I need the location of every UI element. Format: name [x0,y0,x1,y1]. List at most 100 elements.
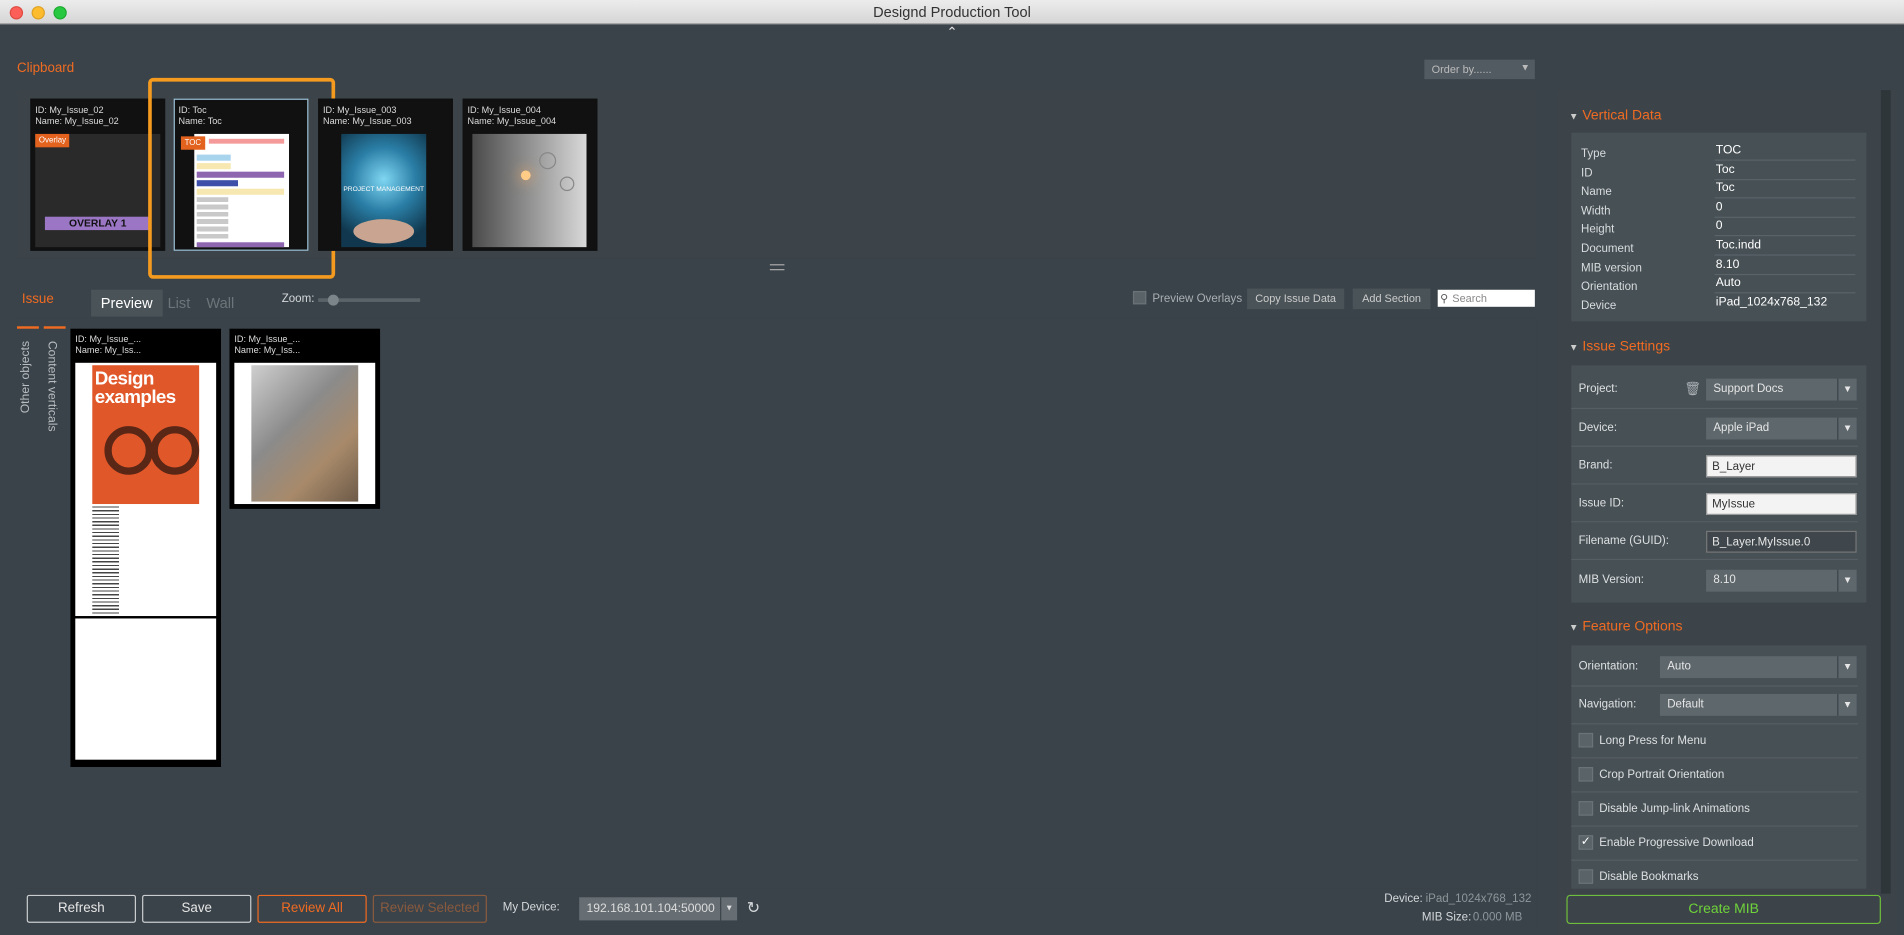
preview-overlays-label: Preview Overlays [1152,292,1243,306]
item-name: Name: My_Issue_003 [322,115,412,127]
issue-settings-title: Issue Settings [1582,339,1671,355]
device-setting-value: Apple iPad [1713,421,1770,435]
window-titlebar: Designd Production Tool [0,0,1904,25]
search-icon: ⚲ [1440,292,1449,305]
art-text: PROJECT MANAGEMENT [343,186,425,194]
orientation-select[interactable]: Auto ▼ [1659,656,1857,679]
add-section-button[interactable]: Add Section [1352,288,1431,310]
project-select[interactable]: Support Docs ▼ [1706,378,1857,401]
checkbox-label: Enable Progressive Download [1599,836,1754,850]
feature-options-header[interactable]: ▼ Feature Options [1569,620,1683,635]
chevron-down-icon: ▼ [1837,693,1856,716]
chevron-down-icon: ▼ [1837,378,1856,401]
page-preview: Design examples [75,362,217,617]
zoom-window-button[interactable] [53,6,67,20]
feature-options-box [1571,645,1867,889]
checkbox[interactable]: ✓ [1578,835,1594,850]
clipboard-item[interactable]: ID: My_Issue_02 Name: My_Issue_02 Overlay… [30,98,166,251]
vertical-data-value: TOC [1715,143,1742,158]
navigation-label: Navigation: [1578,697,1637,711]
zoom-label: Zoom: [281,292,315,306]
order-by-select[interactable]: Order by...... ▼ [1424,59,1535,80]
checkbox[interactable] [1578,766,1594,782]
vertical-data-key: Name [1580,185,1612,199]
vertical-data-title: Vertical Data [1582,108,1662,123]
checkbox[interactable] [1578,869,1594,884]
vertical-data-value: 0 [1715,200,1723,215]
my-device-select[interactable]: 192.168.101.104:50000 ▼ [579,897,738,921]
project-management-thumbnail: PROJECT MANAGEMENT [341,133,427,248]
tab-list[interactable]: List [158,290,200,317]
vertical-data-key: Height [1580,223,1615,237]
collapse-up-icon[interactable]: ⌃ [946,24,957,41]
preview-overlays-checkbox[interactable] [1132,290,1147,305]
project-label: Project: [1578,382,1618,396]
vertical-data-header[interactable]: ▼ Vertical Data [1569,108,1662,123]
overlay-tag: Overlay [35,133,70,148]
feature-options-title: Feature Options [1582,619,1683,635]
reload-icon[interactable]: ↻ [747,898,760,917]
filename-label: Filename (GUID): [1578,534,1669,548]
vertical-data-key: ID [1580,166,1593,180]
checkbox[interactable] [1578,801,1594,816]
page-preview-blank [75,618,217,760]
chevron-down-icon: ▼ [720,897,737,921]
overlay-label: OVERLAY 1 [44,216,151,231]
chevron-down-icon: ▼ [1837,569,1856,592]
tab-preview[interactable]: Preview [91,289,163,317]
clipboard-title: Clipboard [16,60,75,76]
vertical-data-key: Width [1580,204,1611,218]
issue-id-field[interactable]: MyIssue [1706,493,1857,515]
filename-field[interactable]: B_Layer.MyIssue.0 [1706,530,1857,553]
chevron-down-icon: ▼ [1837,656,1856,679]
tab-other-objects[interactable]: Other objects [19,341,32,413]
tab-content-verticals[interactable]: Content verticals [45,341,58,432]
brand-field[interactable]: B_Layer [1706,455,1857,478]
item-id: ID: My_Issue_003 [322,104,397,116]
save-button[interactable]: Save [142,894,252,923]
item-id: ID: My_Issue_02 [35,104,104,116]
mib-size-value: 0.000 MB [1472,910,1523,925]
issue-settings-header[interactable]: ▼ Issue Settings [1569,340,1670,355]
page-id: ID: My_Issue_... [75,333,142,345]
review-selected-button[interactable]: Review Selected [372,894,487,923]
create-mib-button[interactable]: Create MIB [1566,894,1881,925]
window-title: Designd Production Tool [873,3,1031,21]
item-id: ID: My_Issue_004 [467,104,541,116]
vertical-data-value: Toc.indd [1715,238,1762,253]
issue-page-card[interactable]: ID: My_Issue_... Name: My_Iss... Design … [70,328,221,767]
review-all-button[interactable]: Review All [257,894,367,923]
issue-id-label: Issue ID: [1578,496,1625,511]
item-name: Name: My_Issue_004 [467,115,557,127]
clipboard-item[interactable]: ID: My_Issue_003 Name: My_Issue_003 PROJE… [318,98,453,251]
vertical-data-key: Document [1580,242,1634,256]
close-window-button[interactable] [9,6,24,20]
triangle-down-icon: ▼ [1568,110,1579,122]
vertical-data-value: 8.10 [1715,257,1740,271]
vertical-data-value: 0 [1715,219,1723,234]
zoom-slider-knob[interactable] [328,294,340,306]
refresh-button[interactable]: Refresh [26,894,136,923]
issue-title: Issue [21,292,54,307]
copy-issue-data-button[interactable]: Copy Issue Data [1247,288,1345,310]
cover-image: Design examples [92,365,200,505]
tab-wall[interactable]: Wall [197,290,244,317]
vertical-data-value: Toc [1715,181,1735,196]
properties-scrollbar[interactable] [1880,90,1891,894]
splitter-handle-icon[interactable] [769,264,785,271]
clipboard-item[interactable]: ID: My_Issue_004 Name: My_Issue_004 [462,98,598,251]
mib-version-select[interactable]: 8.10 ▼ [1706,569,1857,592]
navigation-select[interactable]: Default ▼ [1659,693,1857,716]
device-value: iPad_1024x768_132 [1425,892,1532,906]
issue-page-card[interactable]: ID: My_Issue_... Name: My_Iss... [229,328,381,509]
zoom-slider[interactable] [318,294,421,306]
checkbox[interactable] [1578,732,1594,748]
search-input[interactable]: ⚲ Search [1437,289,1535,307]
minimize-window-button[interactable] [31,6,45,20]
chevron-down-icon: ▼ [1520,62,1530,74]
device-select[interactable]: Apple iPad ▼ [1706,417,1857,440]
vertical-data-key: Orientation [1580,280,1638,294]
vertical-data-key: Device [1580,299,1617,313]
trash-icon[interactable]: 🗑 [1684,381,1701,397]
selection-highlight [148,77,336,279]
